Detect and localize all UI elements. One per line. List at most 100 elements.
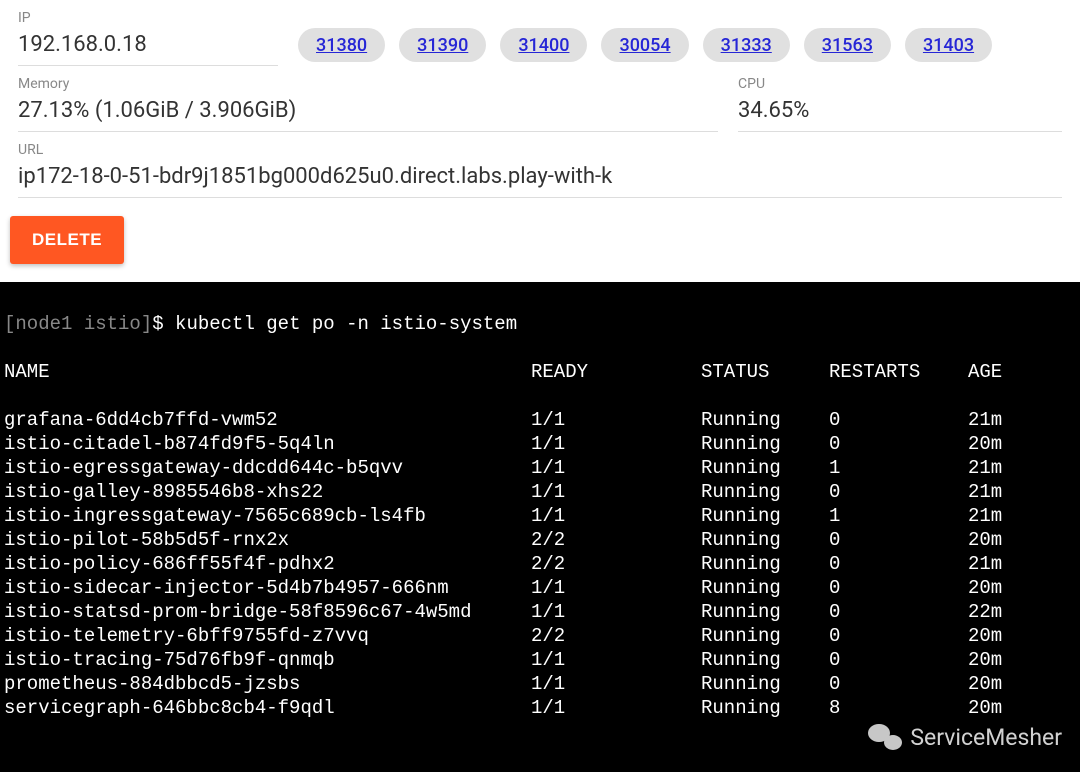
memory-cpu-row: Memory 27.13% (1.06GiB / 3.906GiB) CPU 3… [18,76,1062,132]
cell-name: prometheus-884dbbcd5-jzsbs [4,672,531,696]
cell-status: Running [701,624,829,648]
cell-name: servicegraph-646bbc8cb4-f9qdl [4,696,531,720]
terminal-row: istio-statsd-prom-bridge-58f8596c67-4w5m… [4,600,1076,624]
cell-age: 21m [968,408,1002,432]
col-ready-header: READY [531,360,701,384]
cell-age: 20m [968,528,1002,552]
cell-name: istio-pilot-58b5d5f-rnx2x [4,528,531,552]
terminal-row: istio-citadel-b874fd9f5-5q4ln1/1Running0… [4,432,1076,456]
cell-name: istio-policy-686ff55f4f-pdhx2 [4,552,531,576]
cell-status: Running [701,504,829,528]
cell-restarts: 0 [829,672,968,696]
cell-restarts: 0 [829,576,968,600]
cell-name: istio-sidecar-injector-5d4b7b4957-666nm [4,576,531,600]
cell-restarts: 0 [829,624,968,648]
terminal-prompt-line: [node1 istio]$ kubectl get po -n istio-s… [4,312,1076,336]
url-field: URL ip172-18-0-51-bdr9j1851bg000d625u0.d… [18,142,1062,198]
col-status-header: STATUS [701,360,829,384]
port-chip[interactable]: 31403 [905,28,992,62]
info-panel: IP 192.168.0.18 31380 31390 31400 30054 … [0,0,1080,198]
cell-age: 21m [968,456,1002,480]
terminal[interactable]: [node1 istio]$ kubectl get po -n istio-s… [0,282,1080,772]
cell-age: 21m [968,480,1002,504]
cell-status: Running [701,600,829,624]
cell-age: 20m [968,696,1002,720]
cell-status: Running [701,480,829,504]
ip-label: IP [18,10,278,26]
prompt-symbol: $ [152,312,163,336]
port-chip[interactable]: 31380 [298,28,385,62]
terminal-command: kubectl get po -n istio-system [175,312,517,336]
delete-button[interactable]: DELETE [10,216,124,264]
port-chip[interactable]: 31333 [703,28,790,62]
cell-ready: 2/2 [531,624,701,648]
cell-status: Running [701,672,829,696]
memory-value: 27.13% (1.06GiB / 3.906GiB) [18,96,718,132]
port-chip[interactable]: 31563 [804,28,891,62]
cell-status: Running [701,648,829,672]
memory-field: Memory 27.13% (1.06GiB / 3.906GiB) [18,76,718,132]
terminal-row: istio-sidecar-injector-5d4b7b4957-666nm1… [4,576,1076,600]
terminal-row: servicegraph-646bbc8cb4-f9qdl1/1Running8… [4,696,1076,720]
ip-field: IP 192.168.0.18 [18,10,278,66]
ip-value[interactable]: 192.168.0.18 [18,30,278,66]
cell-ready: 1/1 [531,456,701,480]
port-chip[interactable]: 31400 [500,28,587,62]
terminal-row: istio-egressgateway-ddcdd644c-b5qvv1/1Ru… [4,456,1076,480]
terminal-header-row: NAMEREADYSTATUSRESTARTSAGE [4,360,1076,384]
terminal-row: istio-telemetry-6bff9755fd-z7vvq2/2Runni… [4,624,1076,648]
cell-name: istio-statsd-prom-bridge-58f8596c67-4w5m… [4,600,531,624]
cell-name: istio-citadel-b874fd9f5-5q4ln [4,432,531,456]
cell-ready: 2/2 [531,552,701,576]
url-value[interactable]: ip172-18-0-51-bdr9j1851bg000d625u0.direc… [18,162,1062,198]
cell-ready: 1/1 [531,672,701,696]
port-chip[interactable]: 31390 [399,28,486,62]
cell-restarts: 0 [829,528,968,552]
cell-age: 22m [968,600,1002,624]
cell-status: Running [701,432,829,456]
cell-age: 20m [968,576,1002,600]
cell-ready: 1/1 [531,576,701,600]
cell-ready: 1/1 [531,480,701,504]
prompt-path: [node1 istio] [4,312,152,336]
cell-age: 20m [968,648,1002,672]
cell-age: 20m [968,672,1002,696]
cell-name: istio-ingressgateway-7565c689cb-ls4fb [4,504,531,528]
cell-status: Running [701,552,829,576]
cell-ready: 1/1 [531,696,701,720]
cell-restarts: 8 [829,696,968,720]
cell-ready: 2/2 [531,528,701,552]
terminal-row: istio-policy-686ff55f4f-pdhx22/2Running0… [4,552,1076,576]
cpu-value: 34.65% [738,96,1062,132]
ip-ports-row: IP 192.168.0.18 31380 31390 31400 30054 … [18,10,1062,66]
cell-restarts: 0 [829,552,968,576]
cell-ready: 1/1 [531,432,701,456]
cell-status: Running [701,528,829,552]
memory-label: Memory [18,76,718,92]
url-label: URL [18,142,1062,158]
ports-list: 31380 31390 31400 30054 31333 31563 3140… [298,10,992,62]
cell-restarts: 1 [829,456,968,480]
watermark-text: ServiceMesher [910,726,1062,750]
cell-age: 20m [968,624,1002,648]
cell-restarts: 0 [829,480,968,504]
terminal-row: istio-ingressgateway-7565c689cb-ls4fb1/1… [4,504,1076,528]
terminal-row: istio-galley-8985546b8-xhs221/1Running02… [4,480,1076,504]
wechat-icon [868,724,902,752]
cell-name: istio-telemetry-6bff9755fd-z7vvq [4,624,531,648]
terminal-row: prometheus-884dbbcd5-jzsbs1/1Running020m [4,672,1076,696]
cell-ready: 1/1 [531,648,701,672]
cell-status: Running [701,408,829,432]
cell-status: Running [701,696,829,720]
col-age-header: AGE [968,360,1002,384]
cell-restarts: 0 [829,408,968,432]
cell-age: 20m [968,432,1002,456]
port-chip[interactable]: 30054 [601,28,688,62]
cell-restarts: 1 [829,504,968,528]
cpu-label: CPU [738,76,1062,92]
watermark: ServiceMesher [868,724,1062,752]
cell-status: Running [701,576,829,600]
cell-restarts: 0 [829,648,968,672]
cell-ready: 1/1 [531,600,701,624]
cell-ready: 1/1 [531,504,701,528]
